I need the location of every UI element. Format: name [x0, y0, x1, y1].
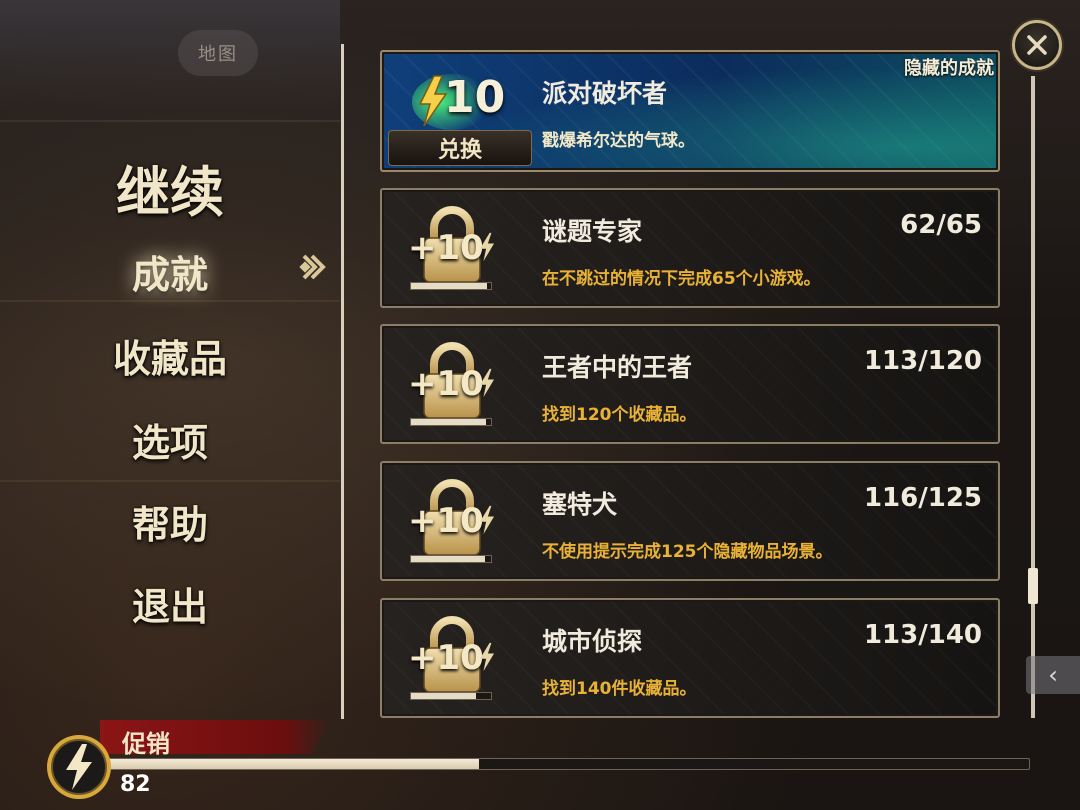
achievement-progress-fill	[411, 283, 488, 289]
achievement-progress-fill	[411, 693, 476, 699]
menu-item-exit[interactable]: 退出	[0, 576, 340, 631]
top-left-shade	[0, 0, 340, 110]
achievement-card[interactable]: +10 城市侦探找到140件收藏品。 113/140	[380, 598, 1000, 718]
chevron-left-icon: ‹	[1048, 661, 1058, 689]
achievement-progress-fill	[411, 419, 487, 425]
bg-shelf	[0, 120, 340, 122]
energy-bar	[104, 758, 1030, 770]
map-button[interactable]: 地图	[178, 30, 258, 76]
achievement-title: 城市侦探	[542, 627, 643, 656]
energy-bar-fill	[105, 759, 480, 769]
achievement-progress-bar	[410, 692, 492, 700]
hidden-achievement-tag: 隐藏的成就	[904, 58, 994, 79]
achievement-title: 谜题专家	[542, 217, 643, 246]
achievement-card-featured[interactable]: 10 兑换 派对破坏者 戳爆希尔达的气球。 隐藏的成就	[380, 50, 1000, 172]
selector-icon	[299, 254, 326, 280]
achievement-progress-fill	[411, 556, 486, 562]
achievement-title: 塞特犬	[542, 490, 618, 519]
menu-item-achievements[interactable]: 成就	[0, 244, 340, 299]
achievement-description: 在不跳过的情况下完成65个小游戏。	[542, 269, 821, 289]
reward-value: 10	[444, 72, 506, 123]
lightning-icon	[479, 232, 495, 262]
achievement-progress: 113/120	[863, 346, 982, 376]
energy-count: 82	[120, 772, 151, 797]
reward-value: +10	[408, 501, 484, 541]
achievement-card[interactable]: +10 塞特犬不使用提示完成125个隐藏物品场景。 116/125	[380, 461, 1000, 581]
lightning-icon	[479, 642, 495, 672]
bg-shelf	[0, 480, 340, 482]
close-button[interactable]	[1012, 20, 1062, 70]
menu-item-options[interactable]: 选项	[0, 412, 340, 467]
menu-item-help[interactable]: 帮助	[0, 494, 340, 549]
scrollbar-track[interactable]	[1031, 76, 1035, 718]
lightning-icon[interactable]	[44, 732, 114, 802]
achievement-progress: 113/140	[863, 620, 982, 650]
side-tab-button[interactable]: ‹	[1026, 656, 1080, 694]
achievement-description: 找到120个收藏品。	[542, 405, 697, 425]
panel-divider	[341, 44, 344, 719]
achievement-description: 戳爆希尔达的气球。	[542, 131, 695, 151]
lightning-icon	[479, 505, 495, 535]
achievement-progress: 62/65	[900, 210, 982, 240]
achievement-description: 不使用提示完成125个隐藏物品场景。	[542, 542, 833, 562]
bg-shelf	[0, 300, 340, 302]
achievement-title: 王者中的王者	[542, 353, 693, 382]
menu-continue[interactable]: 继续	[0, 148, 340, 227]
achievement-description: 找到140件收藏品。	[542, 679, 697, 699]
reward-value: +10	[408, 364, 484, 404]
menu-item-collectibles[interactable]: 收藏品	[0, 328, 340, 383]
achievement-card[interactable]: +10 谜题专家在不跳过的情况下完成65个小游戏。 62/65	[380, 188, 1000, 308]
achievement-progress: 116/125	[863, 483, 982, 513]
achievement-progress-bar	[410, 418, 492, 426]
bottom-bar: 促销 82	[0, 716, 1080, 810]
redeem-button[interactable]: 兑换	[388, 130, 532, 166]
achievement-progress-bar	[410, 282, 492, 290]
promo-label[interactable]: 促销	[122, 724, 170, 759]
achievement-card[interactable]: +10 王者中的王者找到120个收藏品。 113/120	[380, 324, 1000, 444]
lightning-icon	[479, 368, 495, 398]
reward-value: +10	[408, 228, 484, 268]
close-icon	[1027, 35, 1047, 55]
scrollbar-thumb[interactable]	[1028, 568, 1038, 604]
achievement-progress-bar	[410, 555, 492, 563]
achievement-title: 派对破坏者	[542, 79, 668, 108]
reward-value: +10	[408, 638, 484, 678]
